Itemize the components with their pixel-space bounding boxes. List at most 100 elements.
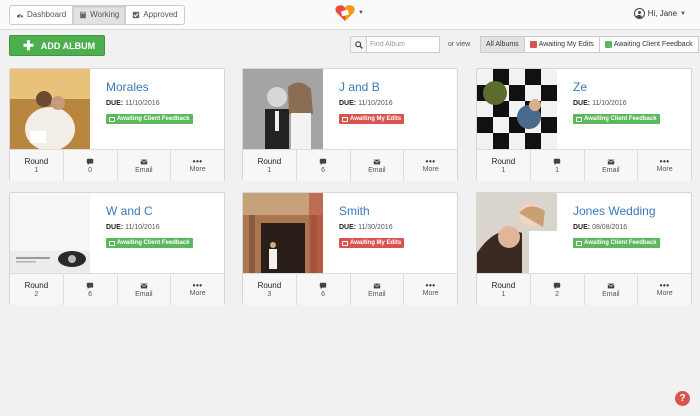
album-title[interactable]: Morales bbox=[106, 80, 149, 94]
round-value: 2 bbox=[34, 291, 39, 298]
email-label: Email bbox=[368, 166, 386, 174]
tab-approved-label: Approved bbox=[143, 10, 178, 19]
more-button[interactable]: ••• More bbox=[404, 274, 457, 305]
album-thumbnail[interactable] bbox=[10, 69, 90, 149]
round-label: Round bbox=[24, 157, 49, 166]
tab-dashboard[interactable]: Dashboard bbox=[9, 5, 74, 25]
comments-count: 2 bbox=[555, 290, 560, 298]
search-button[interactable] bbox=[350, 36, 367, 53]
email-label: Email bbox=[368, 290, 386, 298]
edit-icon bbox=[576, 116, 582, 122]
comment-icon bbox=[319, 158, 327, 165]
comments-button[interactable]: 0 bbox=[64, 150, 118, 181]
help-button[interactable]: ? bbox=[675, 391, 690, 406]
tab-working[interactable]: Working bbox=[72, 5, 127, 25]
more-button[interactable]: ••• More bbox=[171, 150, 224, 181]
logo-caret-icon: ▼ bbox=[358, 10, 364, 16]
round-stat[interactable]: Round 2 bbox=[10, 274, 64, 305]
album-card[interactable]: W and C DUE: 11/10/2016 Awaiting Client Fe… bbox=[9, 192, 225, 305]
filter-awaiting-my-edits[interactable]: Awaiting My Edits bbox=[523, 36, 600, 53]
album-thumbnail[interactable] bbox=[477, 69, 557, 149]
email-button[interactable]: Email bbox=[118, 150, 172, 181]
ellipsis-icon: ••• bbox=[425, 156, 436, 166]
status-label: Awaiting Client Feedback bbox=[117, 240, 190, 246]
album-title[interactable]: Smith bbox=[339, 204, 370, 218]
album-thumbnail[interactable] bbox=[10, 193, 90, 273]
album-card[interactable]: Smith DUE: 11/30/2016 Awaiting My Edits Rou… bbox=[242, 192, 458, 305]
status-badge: Awaiting Client Feedback bbox=[573, 114, 660, 124]
email-button[interactable]: Email bbox=[585, 150, 639, 181]
email-button[interactable]: Email bbox=[351, 150, 405, 181]
comment-icon bbox=[553, 158, 561, 165]
dashboard-icon bbox=[16, 14, 24, 18]
email-button[interactable]: Email bbox=[351, 274, 405, 305]
edit-icon bbox=[576, 240, 582, 246]
album-stats: Round 1 0 Email ••• More bbox=[10, 149, 224, 181]
round-stat[interactable]: Round 1 bbox=[477, 274, 531, 305]
album-title[interactable]: Ze bbox=[573, 80, 587, 94]
album-title[interactable]: J and B bbox=[339, 80, 380, 94]
album-title[interactable]: W and C bbox=[106, 204, 153, 218]
round-stat[interactable]: Round 1 bbox=[477, 150, 531, 181]
more-button[interactable]: ••• More bbox=[638, 274, 691, 305]
filter-awaiting-client-feedback[interactable]: Awaiting Client Feedback bbox=[598, 36, 699, 53]
user-caret-icon: ▼ bbox=[680, 10, 686, 17]
search-icon bbox=[355, 41, 363, 49]
round-label: Round bbox=[491, 281, 516, 290]
round-stat[interactable]: Round 1 bbox=[243, 150, 297, 181]
email-label: Email bbox=[135, 290, 153, 298]
due-date: 11/10/2016 bbox=[125, 100, 160, 107]
album-card[interactable]: Morales DUE: 11/10/2016 Awaiting Client Fe… bbox=[9, 68, 225, 181]
round-value: 1 bbox=[501, 291, 506, 298]
round-value: 1 bbox=[34, 167, 39, 174]
app-logo[interactable]: ▼ bbox=[335, 4, 364, 22]
round-stat[interactable]: Round 3 bbox=[243, 274, 297, 305]
album-card[interactable]: Ze DUE: 11/10/2016 Awaiting Client Feedbac… bbox=[476, 68, 692, 181]
album-thumbnail[interactable] bbox=[243, 69, 323, 149]
more-button[interactable]: ••• More bbox=[404, 150, 457, 181]
email-button[interactable]: Email bbox=[118, 274, 172, 305]
album-due: DUE: 11/30/2016 bbox=[339, 224, 393, 231]
more-label: More bbox=[422, 289, 439, 297]
checkbox-icon bbox=[133, 11, 140, 19]
due-date: 11/10/2016 bbox=[358, 100, 393, 107]
round-value: 3 bbox=[267, 291, 272, 298]
more-label: More bbox=[189, 165, 206, 173]
email-icon bbox=[140, 283, 148, 288]
add-album-button[interactable]: ✚ ADD ALBUM bbox=[9, 35, 105, 56]
due-date: 08/08/2016 bbox=[592, 224, 628, 231]
album-card[interactable]: J and B DUE: 11/10/2016 Awaiting My Edits R… bbox=[242, 68, 458, 181]
album-due: DUE: 11/10/2016 bbox=[339, 100, 393, 107]
email-button[interactable]: Email bbox=[585, 274, 639, 305]
comment-icon bbox=[86, 158, 94, 165]
tab-approved[interactable]: Approved bbox=[125, 5, 185, 25]
lock-icon bbox=[529, 41, 537, 48]
lock-icon bbox=[342, 116, 348, 122]
album-title[interactable]: Jones Wedding bbox=[573, 204, 656, 218]
album-thumbnail[interactable] bbox=[477, 193, 557, 273]
filter-awaiting-client-feedback-label: Awaiting Client Feedback bbox=[613, 41, 693, 48]
comments-button[interactable]: 1 bbox=[531, 150, 585, 181]
due-label: DUE: bbox=[339, 224, 357, 231]
album-photo bbox=[477, 69, 557, 149]
edit-icon bbox=[604, 41, 612, 48]
edit-icon bbox=[109, 240, 115, 246]
status-badge: Awaiting My Edits bbox=[339, 114, 405, 124]
comments-button[interactable]: 6 bbox=[297, 150, 351, 181]
comments-button[interactable]: 6 bbox=[297, 274, 351, 305]
comments-count: 6 bbox=[321, 290, 326, 298]
album-card[interactable]: Jones Wedding DUE: 08/08/2016 Awaiting Cli… bbox=[476, 192, 692, 305]
email-label: Email bbox=[135, 166, 153, 174]
comments-button[interactable]: 6 bbox=[64, 274, 118, 305]
user-menu[interactable]: Hi, Jane ▼ bbox=[633, 8, 686, 19]
album-thumbnail[interactable] bbox=[243, 193, 323, 273]
comments-button[interactable]: 2 bbox=[531, 274, 585, 305]
search-input[interactable] bbox=[366, 36, 440, 53]
round-label: Round bbox=[491, 157, 516, 166]
email-icon bbox=[140, 159, 148, 164]
filter-all-albums-label: All Albums bbox=[486, 41, 519, 48]
more-button[interactable]: ••• More bbox=[171, 274, 224, 305]
filter-all-albums[interactable]: All Albums bbox=[480, 36, 525, 53]
more-button[interactable]: ••• More bbox=[638, 150, 691, 181]
round-stat[interactable]: Round 1 bbox=[10, 150, 64, 181]
